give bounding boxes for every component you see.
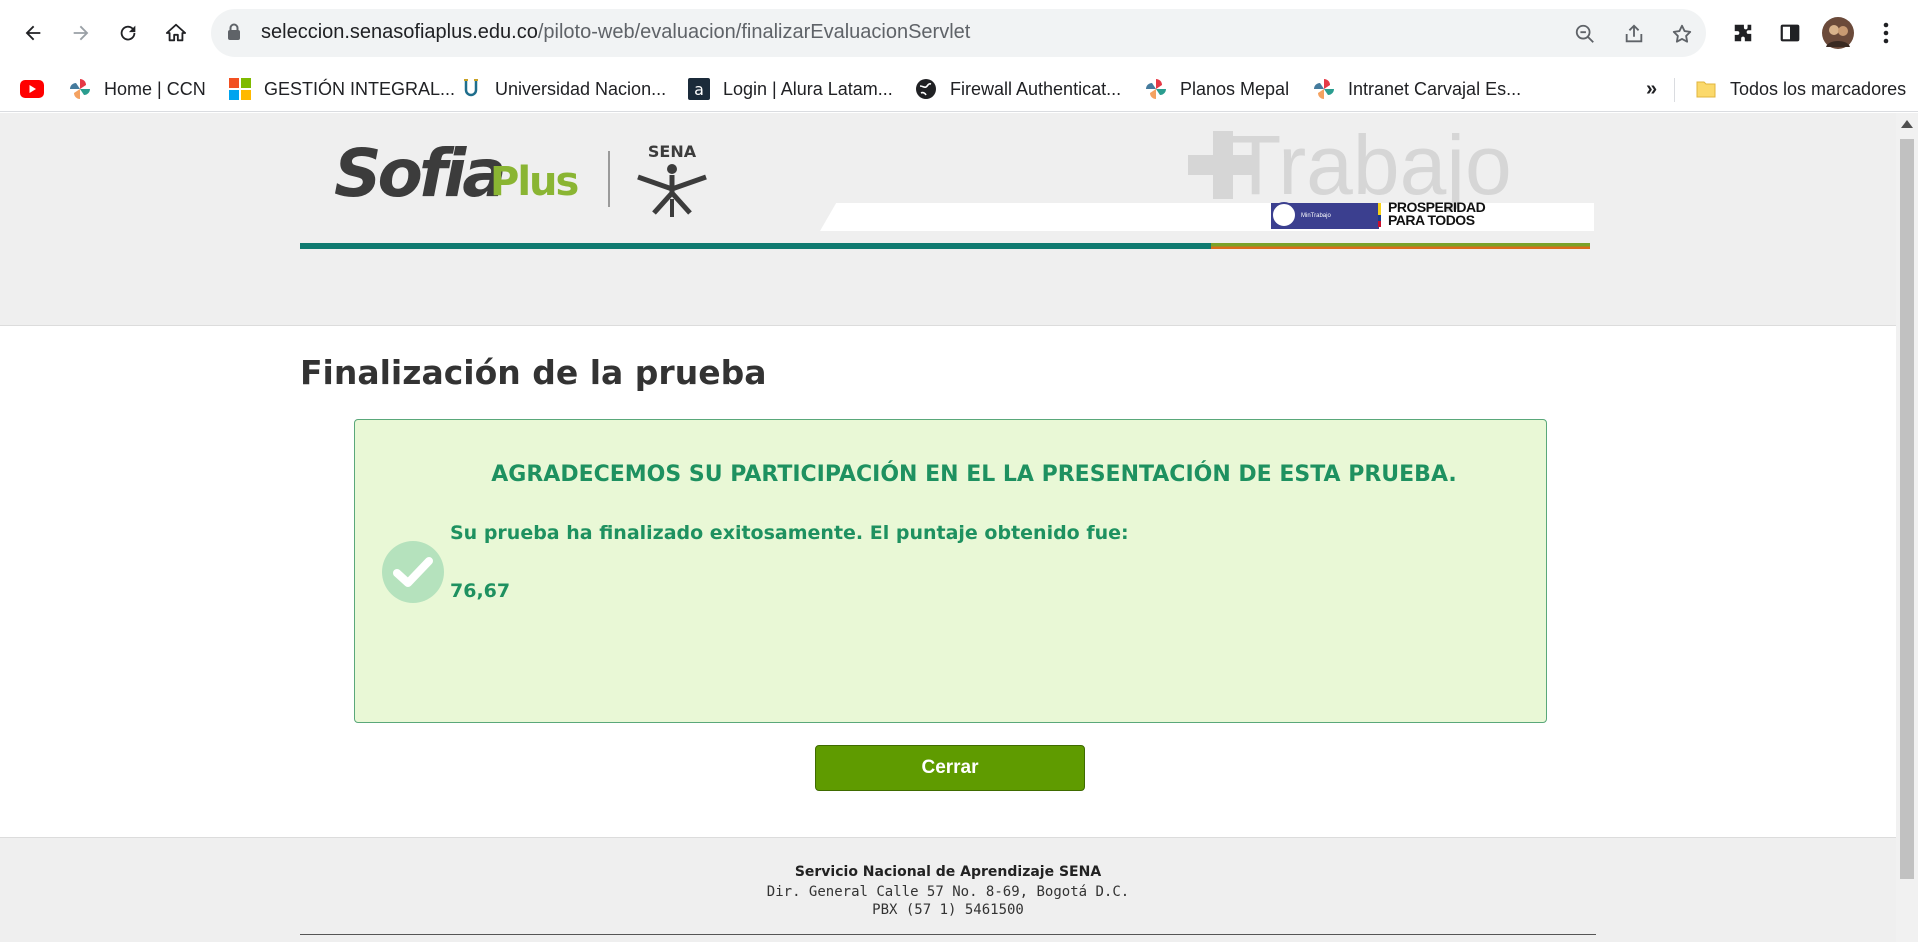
url-host: seleccion.senasofiaplus.edu.co	[261, 21, 538, 43]
score-value: 76,67	[450, 580, 511, 602]
browser-toolbar: seleccion.senasofiaplus.edu.co/piloto-we…	[0, 0, 1918, 66]
result-text: Su prueba ha finalizado exitosamente. El…	[450, 522, 1129, 544]
scroll-up-arrow-icon[interactable]	[1901, 120, 1913, 128]
side-panel-icon[interactable]	[1770, 13, 1810, 53]
bookmark-label: Planos Mepal	[1180, 78, 1290, 99]
page-title: Finalización de la prueba	[300, 353, 767, 392]
bookmark-gestion-integral[interactable]: GESTIÓN INTEGRAL...	[228, 74, 455, 104]
zoom-out-icon[interactable]	[1572, 21, 1598, 47]
forward-icon[interactable]	[61, 13, 101, 53]
colombia-seal-icon	[1271, 202, 1297, 228]
menu-kebab-icon[interactable]	[1866, 13, 1906, 53]
footer-divider	[300, 934, 1596, 935]
home-icon[interactable]	[156, 13, 196, 53]
bookmarks-bar: Home | CCN GESTIÓN INTEGRAL... Universid…	[0, 66, 1918, 112]
bookmark-firewall[interactable]: Firewall Authenticat...	[914, 74, 1121, 104]
folder-icon	[1694, 77, 1718, 101]
reload-icon[interactable]	[108, 13, 148, 53]
footer-org: Servicio Nacional de Aprendizaje SENA	[794, 864, 1102, 880]
profile-avatar[interactable]	[1818, 13, 1858, 53]
prosperidad-line2: PARA TODOS	[1388, 212, 1475, 228]
pinwheel-icon	[1312, 77, 1336, 101]
bookmark-planos-mepal[interactable]: Planos Mepal	[1144, 74, 1289, 104]
header-stripe-green	[1211, 243, 1590, 249]
pinwheel-icon	[1144, 77, 1168, 101]
globe-icon	[914, 77, 938, 101]
close-button[interactable]: Cerrar	[815, 745, 1085, 791]
footer-phone: PBX (57 1) 5461500	[872, 902, 1024, 918]
plus-logo-text: Plus	[490, 159, 579, 205]
bookmarks-overflow-button[interactable]: »	[1646, 74, 1657, 104]
site-footer: Servicio Nacional de Aprendizaje SENA Di…	[0, 837, 1896, 942]
url-path: /piloto-web/evaluacion/finalizarEvaluaci…	[537, 21, 971, 43]
prosperidad-logo: PROSPERIDAD PARA TODOS	[1382, 200, 1486, 228]
address-bar[interactable]: seleccion.senasofiaplus.edu.co/piloto-we…	[211, 9, 1706, 57]
web-page: Trabajo Sofia Plus SENA MinTrabajo PROSP…	[0, 113, 1896, 942]
sofia-logo-text: Sofia	[334, 135, 507, 212]
url-text[interactable]: seleccion.senasofiaplus.edu.co/piloto-we…	[261, 21, 970, 44]
logo-separator	[608, 151, 610, 207]
bookmark-universidad[interactable]: Universidad Nacion...	[459, 74, 666, 104]
sofia-plus-banner: Trabajo Sofia Plus SENA MinTrabajo PROSP…	[300, 113, 1594, 231]
footer-address: Dir. General Calle 57 No. 8-69, Bogotá D…	[766, 884, 1130, 900]
back-icon[interactable]	[13, 13, 53, 53]
thanks-heading: AGRADECEMOS SU PARTICIPACIÓN EN EL LA PR…	[491, 462, 1457, 487]
bookmark-label: Login | Alura Latam...	[723, 78, 893, 99]
lock-icon[interactable]	[227, 23, 241, 45]
overflow-chevron-icon: »	[1646, 77, 1658, 100]
bookmark-label: GESTIÓN INTEGRAL...	[264, 78, 456, 99]
bookmark-label: Home | CCN	[104, 78, 206, 99]
ministry-label: MinTrabajo	[1301, 213, 1331, 219]
pinwheel-icon	[68, 77, 92, 101]
sena-logo-text: SENA	[648, 142, 697, 161]
svg-text:a: a	[694, 80, 704, 99]
bookmark-label: Universidad Nacion...	[495, 78, 667, 99]
colombia-flag-icon	[1378, 203, 1381, 227]
scrollbar-thumb[interactable]	[1900, 139, 1914, 879]
alura-icon: a	[687, 77, 711, 101]
microsoft-icon	[228, 77, 252, 101]
university-icon	[459, 77, 483, 101]
bookmark-intranet-carvajal[interactable]: Intranet Carvajal Es...	[1312, 74, 1521, 104]
bookmark-youtube[interactable]	[20, 74, 56, 104]
page-scrollbar[interactable]	[1896, 113, 1918, 942]
check-circle-icon	[382, 541, 444, 603]
bookmark-alura[interactable]: a Login | Alura Latam...	[687, 74, 893, 104]
result-message-box: AGRADECEMOS SU PARTICIPACIÓN EN EL LA PR…	[354, 419, 1547, 723]
bookmark-label: Todos los marcadores	[1730, 78, 1907, 99]
bookmarks-divider	[1674, 78, 1675, 102]
bookmark-label: Firewall Authenticat...	[950, 78, 1122, 99]
bookmark-label: Intranet Carvajal Es...	[1348, 78, 1522, 99]
site-header: Trabajo Sofia Plus SENA MinTrabajo PROSP…	[0, 113, 1896, 326]
sena-logo: SENA	[632, 141, 712, 225]
bookmark-home-ccn[interactable]: Home | CCN	[68, 74, 206, 104]
bookmark-star-icon[interactable]	[1669, 21, 1695, 47]
header-stripe-teal	[300, 243, 1211, 249]
extensions-icon[interactable]	[1723, 13, 1763, 53]
youtube-icon	[20, 77, 44, 101]
share-icon[interactable]	[1621, 21, 1647, 47]
bookmark-all-folder[interactable]: Todos los marcadores	[1694, 74, 1906, 104]
